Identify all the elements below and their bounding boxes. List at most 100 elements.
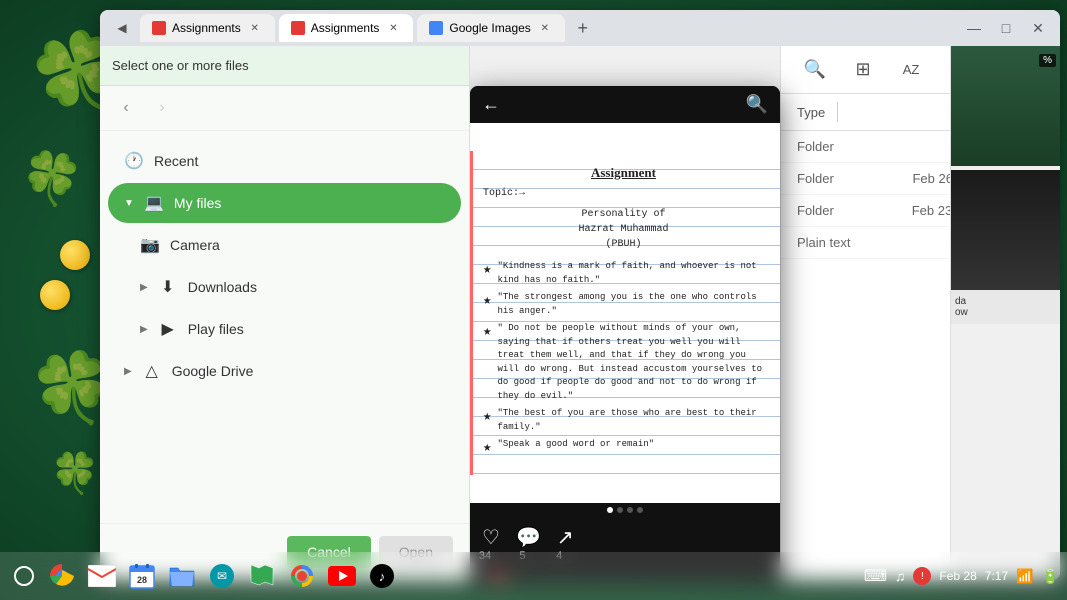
file-picker-nav: ‹ › [100,86,469,131]
assignment-paper: Assignment Topic:→ Personality of Hazrat… [470,151,780,476]
dot-1 [607,507,613,513]
sort-az-button[interactable]: AZ [893,52,929,88]
browser-tab-1[interactable]: Assignments ✕ [140,14,275,42]
gmail-icon [88,565,116,587]
notification-badge[interactable]: ! [913,567,931,585]
post-image-container: Assignment Topic:→ Personality of Hazrat… [470,123,780,503]
expand-arrow: ▼ [124,198,134,209]
desktop: 🍀 🍀 🍀 🍀 🍀 🍀 🍀 🍀 ◀ Assignments ✕ Assignme… [0,0,1067,600]
google-drive-label: Google Drive [172,363,254,379]
sidebar-item-google-drive[interactable]: ▶ △ Google Drive [108,351,461,391]
file-type-3: Folder [797,203,885,218]
sidebar-item-play-files[interactable]: ▶ ▶ Play files [108,309,461,349]
wifi-icon: 📶 [1016,568,1033,585]
taskbar-search-button[interactable] [8,560,40,592]
browser-tab-3[interactable]: Google Images ✕ [417,14,564,42]
tab2-close[interactable]: ✕ [385,20,401,36]
taskbar-chrome[interactable] [44,558,80,594]
taskbar-photos[interactable] [284,558,320,594]
post-dots [470,503,780,517]
downloads-label: Downloads [188,279,257,295]
sidebar-item-camera[interactable]: 📷 Camera [108,225,461,265]
volume-icon: ♫ [895,568,906,584]
file-picker-title: Select one or more files [112,58,249,73]
taskbar-maps[interactable] [244,558,280,594]
quote-4: ★ "The best of you are those who are bes… [483,407,764,434]
chrome-icon [48,562,76,590]
share-button[interactable]: ↗ [557,525,574,550]
image-thumbnails: % daow [950,46,1060,580]
comment-button[interactable]: 💬 [516,525,541,550]
file-picker-back[interactable]: ‹ [112,94,140,122]
social-post-viewer: ← 🔍 Assignment Topic:→ Personality of Ha… [470,86,780,580]
dot-4 [637,507,643,513]
taskbar-files[interactable] [164,558,200,594]
play-arrow: ▶ [140,324,148,335]
thumbnail-2 [951,170,1060,290]
file-picker-dialog: Select one or more files ‹ › 🕐 Recent ▼ [100,46,470,580]
tab2-label: Assignments [311,21,380,35]
tab3-close[interactable]: ✕ [537,20,553,36]
sidebar-item-recent[interactable]: 🕐 Recent [108,141,461,181]
new-tab-button[interactable]: + [569,14,597,42]
like-button[interactable]: ♡ [482,525,500,550]
maximize-button[interactable]: □ [992,14,1020,42]
tab1-close[interactable]: ✕ [247,20,263,36]
minimize-button[interactable]: — [960,14,988,42]
tab3-icon [429,21,443,35]
percent-badge: % [1039,54,1056,67]
file-picker-forward[interactable]: › [148,94,176,122]
circle-icon [14,566,34,586]
camera-icon: 📷 [140,235,160,255]
my-files-label: My files [174,195,221,211]
calendar-icon: 28 [129,563,155,589]
quote-2: ★ "The strongest among you is the one wh… [483,291,764,318]
file-type-1: Folder [797,139,885,154]
file-list-panel: 🔍 ⊞ AZ ⋮ Type Date modified ↓ [780,46,1060,580]
taskbar-time: 7:17 [985,569,1008,583]
browser-window: ◀ Assignments ✕ Assignments ✕ Google Ima… [100,10,1060,580]
post-header: ← 🔍 [470,86,780,123]
svg-text:✉: ✉ [217,569,227,583]
post-back-button[interactable]: ← [482,94,500,115]
taskbar-tiktok[interactable]: ♪ [364,558,400,594]
taskbar-gmail[interactable] [84,558,120,594]
recent-icon: 🕐 [124,151,144,171]
file-type-2: Folder [797,171,885,186]
grid-toolbar-button[interactable]: ⊞ [845,52,881,88]
taskbar-date: Feb 28 [939,569,976,583]
tab2-icon [291,21,305,35]
search-toolbar-button[interactable]: 🔍 [797,52,833,88]
post-search-button[interactable]: 🔍 [746,94,768,115]
my-files-icon: 💻 [144,193,164,213]
tab3-label: Google Images [449,21,530,35]
play-files-icon: ▶ [158,319,178,339]
file-type-4: Plain text [797,235,885,250]
assignment-title: Assignment [483,163,764,183]
taskbar-youtube[interactable] [324,558,360,594]
sidebar-item-my-files[interactable]: ▼ 💻 My files [108,183,461,223]
close-button[interactable]: ✕ [1024,14,1052,42]
file-picker-items: 🕐 Recent ▼ 💻 My files 📷 Camera [100,131,469,523]
assignment-topic: Topic:→ [483,186,764,201]
type-column-header: Type [797,105,825,120]
maps-icon [249,563,275,589]
tab-back-btn[interactable]: ◀ [108,14,136,42]
quote-5: ★ "Speak a good word or remain" [483,438,764,459]
thumbnail-1: % [951,46,1060,166]
quote-1: ★ "Kindness is a mark of faith, and whoe… [483,260,764,287]
dot-3 [627,507,633,513]
files-icon [168,564,196,588]
photos-icon [289,563,315,589]
taskbar-calendar[interactable]: 28 [124,558,160,594]
coin-decoration [60,240,90,270]
coin-decoration [40,280,70,310]
tab1-icon [152,21,166,35]
downloads-icon: ⬇ [158,277,178,297]
browser-tab-2[interactable]: Assignments ✕ [279,14,414,42]
social-post-modal: ← 🔍 Assignment Topic:→ Personality of Ha… [470,76,780,580]
sidebar-item-downloads[interactable]: ▶ ⬇ Downloads [108,267,461,307]
camera-label: Camera [170,237,220,253]
taskbar-messages[interactable]: ✉ [204,558,240,594]
clover-decoration: 🍀 [50,450,100,497]
